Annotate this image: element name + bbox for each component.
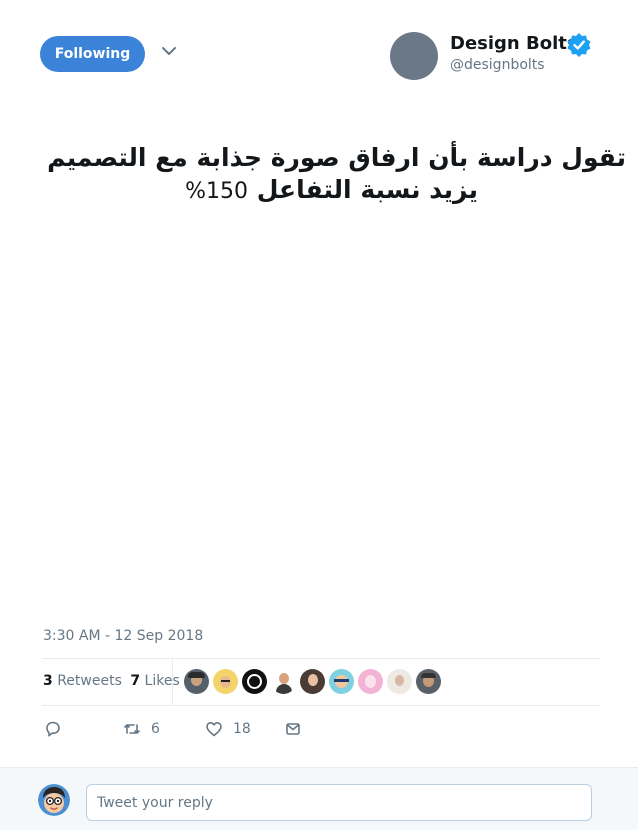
tweet-text-line-2: يزيد نسبة التفاعل 150% bbox=[20, 174, 626, 208]
retweet-icon[interactable] bbox=[123, 720, 141, 738]
liker-avatar-7[interactable] bbox=[358, 669, 383, 694]
retweet-count: 6 bbox=[151, 721, 160, 737]
tweet-text: تقول دراسة بأن ارفاق صورة جذابة مع التصم… bbox=[20, 142, 626, 208]
divider-top bbox=[42, 658, 600, 659]
like-count: 18 bbox=[233, 721, 251, 737]
likes-label[interactable]: Likes bbox=[145, 673, 180, 689]
likes-count[interactable]: 7 bbox=[130, 673, 140, 689]
liker-avatar-5[interactable] bbox=[300, 669, 325, 694]
tweet-timestamp[interactable]: 3:30 AM - 12 Sep 2018 bbox=[43, 628, 203, 644]
liker-avatars bbox=[184, 669, 445, 694]
divider-bottom bbox=[42, 705, 600, 706]
retweets-count[interactable]: 3 bbox=[43, 673, 53, 689]
retweets-label[interactable]: Retweets bbox=[57, 673, 122, 689]
liker-avatar-3[interactable] bbox=[242, 669, 267, 694]
liker-avatar-6[interactable] bbox=[329, 669, 354, 694]
retweet-action[interactable]: 6 bbox=[123, 720, 160, 738]
tweet-text-line-2-words: يزيد نسبة التفاعل bbox=[256, 175, 478, 204]
liker-avatar-4[interactable] bbox=[271, 669, 296, 694]
user-avatar[interactable] bbox=[38, 784, 70, 816]
stats-divider bbox=[172, 659, 173, 705]
reply-icon[interactable] bbox=[44, 720, 62, 738]
cartoon-avatar-icon bbox=[38, 784, 70, 816]
liker-avatar-2[interactable] bbox=[213, 669, 238, 694]
author-name[interactable]: Design Bolts bbox=[450, 33, 578, 54]
tweet-text-percent: 150% bbox=[185, 179, 248, 204]
envelope-icon[interactable] bbox=[284, 720, 302, 738]
following-button[interactable]: Following bbox=[40, 36, 145, 72]
liker-avatar-1[interactable] bbox=[184, 669, 209, 694]
engagement-stats: 3 Retweets 7 Likes bbox=[43, 673, 180, 689]
chevron-down-icon[interactable] bbox=[160, 44, 178, 58]
reply-action[interactable] bbox=[44, 720, 62, 738]
author-avatar[interactable] bbox=[390, 32, 438, 80]
liker-avatar-9[interactable] bbox=[416, 669, 441, 694]
like-action[interactable]: 18 bbox=[205, 720, 251, 738]
liker-avatar-8[interactable] bbox=[387, 669, 412, 694]
author-handle[interactable]: @designbolts bbox=[450, 57, 545, 73]
tweet-text-line-1: تقول دراسة بأن ارفاق صورة جذابة مع التصم… bbox=[47, 143, 626, 172]
reply-input[interactable] bbox=[86, 784, 592, 821]
heart-icon[interactable] bbox=[205, 720, 223, 738]
message-action[interactable] bbox=[284, 720, 302, 738]
verified-badge-icon bbox=[567, 33, 591, 57]
